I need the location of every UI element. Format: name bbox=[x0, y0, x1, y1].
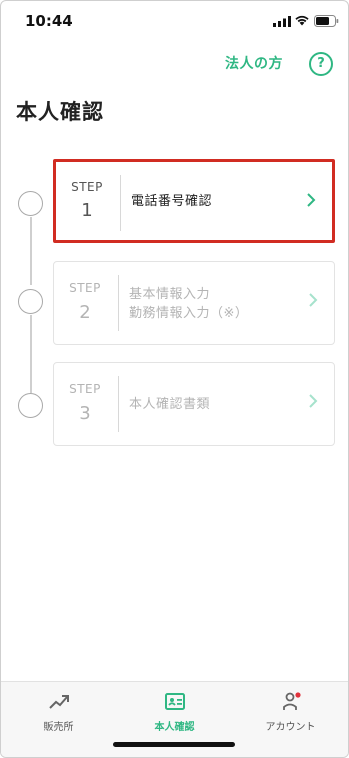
step-2-indicator bbox=[18, 289, 43, 314]
tab-label: アカウント bbox=[265, 722, 316, 733]
chevron-right-icon bbox=[309, 293, 318, 307]
corporate-user-link[interactable]: 法人の方 bbox=[225, 53, 283, 73]
step-2-card[interactable]: STEP 2 基本情報入力 勤務情報入力（※） bbox=[53, 261, 335, 345]
step-2-badge: STEP 2 bbox=[54, 262, 116, 344]
step-label: STEP bbox=[69, 281, 101, 295]
status-time: 10:44 bbox=[25, 12, 73, 30]
tab-identity[interactable]: 本人確認 bbox=[117, 682, 232, 742]
step-divider bbox=[118, 376, 119, 432]
status-bar: 10:44 bbox=[1, 1, 348, 41]
step-2-title-line-1: 基本情報入力 bbox=[129, 287, 211, 302]
trend-chart-icon bbox=[49, 695, 69, 709]
timeline-connector bbox=[30, 217, 32, 285]
home-indicator bbox=[113, 742, 235, 747]
app-screen: 10:44 法人の方 ? 本人確認 STEP 1 電話番号確認 STEP 2 基… bbox=[0, 0, 349, 758]
tab-account[interactable]: アカウント bbox=[233, 682, 348, 742]
person-icon bbox=[283, 692, 301, 710]
step-1-title: 電話番号確認 bbox=[131, 194, 213, 209]
help-icon[interactable]: ? bbox=[309, 52, 333, 76]
cellular-signal-icon bbox=[273, 16, 291, 27]
step-label: STEP bbox=[71, 180, 103, 194]
step-number: 3 bbox=[79, 403, 91, 424]
step-divider bbox=[120, 175, 121, 231]
battery-icon bbox=[314, 15, 339, 27]
step-3-title: 本人確認書類 bbox=[129, 397, 211, 412]
tab-label: 本人確認 bbox=[154, 722, 195, 733]
step-2-title-line-2: 勤務情報入力（※） bbox=[129, 306, 249, 321]
tab-sales[interactable]: 販売所 bbox=[1, 682, 116, 742]
id-card-icon bbox=[165, 693, 185, 710]
step-3-card[interactable]: STEP 3 本人確認書類 bbox=[53, 362, 335, 446]
step-1-badge: STEP 1 bbox=[56, 162, 118, 240]
step-3-badge: STEP 3 bbox=[54, 363, 116, 445]
step-1-card[interactable]: STEP 1 電話番号確認 bbox=[53, 159, 335, 243]
tab-label: 販売所 bbox=[43, 722, 74, 733]
step-divider bbox=[118, 275, 119, 331]
step-1-indicator bbox=[18, 191, 43, 216]
wifi-icon bbox=[295, 15, 309, 26]
chevron-right-icon bbox=[309, 394, 318, 408]
step-number: 1 bbox=[81, 200, 93, 221]
timeline-connector bbox=[30, 315, 32, 393]
step-number: 2 bbox=[79, 302, 91, 323]
step-3-indicator bbox=[18, 393, 43, 418]
step-label: STEP bbox=[69, 382, 101, 396]
page-title: 本人確認 bbox=[16, 100, 104, 124]
chevron-right-icon bbox=[307, 193, 316, 207]
